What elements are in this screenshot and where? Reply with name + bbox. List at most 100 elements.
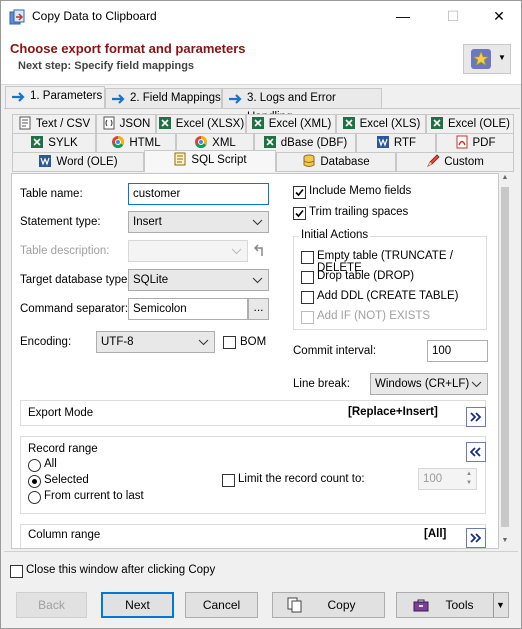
encoding-select[interactable]: UTF-8	[96, 331, 215, 353]
tab-label: JSON	[119, 118, 151, 130]
checkmark-icon	[295, 188, 304, 197]
table-description-select[interactable]	[128, 240, 248, 262]
back-arrow-icon[interactable]	[252, 243, 264, 257]
chevron-down-icon[interactable]: ▼	[496, 593, 505, 617]
tab-label: Excel (XLS)	[359, 118, 421, 130]
expand-export-mode-button[interactable]	[466, 407, 486, 427]
collapse-record-range-button[interactable]	[466, 442, 486, 462]
tab-excel-ole[interactable]: Excel (OLE)	[426, 114, 514, 134]
favorites-button[interactable]: ▼	[463, 44, 511, 74]
table-name-label: Table name:	[20, 188, 83, 200]
add-if-exists-checkbox[interactable]	[301, 311, 314, 324]
record-range-selected-radio[interactable]	[28, 475, 41, 488]
tab-label: Excel (OLE)	[448, 118, 510, 130]
tab-label: Word (OLE)	[56, 156, 118, 168]
drop-table-label: Drop table (DROP)	[317, 270, 415, 282]
double-chevron-right-icon	[470, 412, 482, 422]
tab-database[interactable]: Database	[276, 152, 396, 172]
toolbox-icon	[413, 599, 429, 612]
scroll-down-icon[interactable]: ▼	[499, 537, 511, 544]
encoding-value: UTF-8	[101, 336, 134, 348]
include-memo-checkbox[interactable]	[293, 186, 306, 199]
panel-scrollbar[interactable]: ▲ ▼	[499, 173, 511, 549]
target-database-select[interactable]: SQLite	[128, 269, 269, 291]
tab-sylk[interactable]: SYLK	[12, 133, 96, 153]
drop-table-checkbox[interactable]	[301, 271, 314, 284]
minimize-button[interactable]: —	[380, 1, 426, 32]
double-chevron-right-icon	[470, 533, 482, 543]
scroll-up-icon[interactable]: ▲	[499, 174, 511, 181]
tab-label: 1. Parameters	[30, 90, 103, 102]
tab-label: Excel (XLSX)	[175, 118, 245, 130]
copy-button[interactable]: Copy	[272, 592, 385, 618]
tab-text-csv[interactable]: Text / CSV	[12, 114, 96, 134]
tab-custom[interactable]: Custom	[396, 152, 514, 172]
expand-column-range-button[interactable]	[466, 528, 486, 548]
record-range-all-radio[interactable]	[28, 459, 41, 472]
tab-excel-xml[interactable]: Excel (XML)	[246, 114, 336, 134]
chevron-down-icon	[231, 248, 242, 255]
tab-label: SQL Script	[191, 154, 247, 166]
bom-checkbox[interactable]	[223, 336, 236, 349]
copy-button-label: Copy	[327, 598, 356, 612]
limit-record-count-label: Limit the record count to:	[238, 473, 365, 485]
add-ddl-label: Add DDL (CREATE TABLE)	[317, 290, 459, 302]
maximize-button[interactable]: ☐	[430, 1, 476, 32]
spin-up-icon[interactable]: ▲	[464, 470, 474, 479]
close-after-copy-checkbox[interactable]	[10, 565, 23, 578]
command-separator-browse-button[interactable]: ...	[248, 298, 269, 320]
tab-excel-xls[interactable]: Excel (XLS)	[336, 114, 426, 134]
initial-actions-title: Initial Actions	[299, 229, 371, 241]
bom-label: BOM	[240, 336, 267, 348]
format-tabs: Text / CSV JSON Excel (XLSX) Excel (XML)…	[4, 108, 520, 172]
next-button[interactable]: Next	[101, 592, 174, 618]
arrow-right-icon	[229, 94, 242, 104]
tab-parameters[interactable]: 1. Parameters	[5, 86, 105, 109]
table-name-input[interactable]: customer	[128, 183, 269, 205]
excel-icon	[342, 116, 356, 130]
limit-record-count-checkbox[interactable]	[222, 474, 235, 487]
commit-interval-input[interactable]: 100	[427, 340, 488, 362]
limit-record-count-input[interactable]: 100 ▲ ▼	[418, 468, 477, 490]
json-icon	[102, 116, 116, 130]
chevron-down-icon	[471, 381, 482, 388]
trim-spaces-label: Trim trailing spaces	[309, 206, 409, 218]
empty-table-checkbox[interactable]	[301, 251, 314, 264]
cancel-button[interactable]: Cancel	[185, 592, 258, 618]
tab-label: SYLK	[48, 137, 78, 149]
tab-sql-script[interactable]: SQL Script	[144, 150, 276, 172]
command-separator-input[interactable]: Semicolon	[128, 298, 248, 320]
record-range-current-to-last-radio[interactable]	[28, 491, 41, 504]
arrow-right-icon	[12, 92, 25, 102]
tab-field-mappings[interactable]: 2. Field Mappings	[105, 88, 222, 108]
tab-rtf[interactable]: RTF	[356, 133, 436, 153]
excel-icon	[430, 116, 444, 130]
record-range-all-label: All	[44, 458, 57, 470]
record-range-label: Record range	[28, 443, 98, 455]
spin-down-icon[interactable]: ▼	[464, 479, 474, 488]
tab-word-ole[interactable]: Word (OLE)	[12, 152, 144, 172]
close-button[interactable]: ✕	[476, 1, 522, 32]
column-range-label: Column range	[28, 529, 101, 541]
app-icon	[9, 9, 25, 25]
export-mode-value: [Replace+Insert]	[348, 406, 438, 418]
line-break-select[interactable]: Windows (CR+LF)	[370, 373, 488, 395]
pencil-icon	[426, 154, 440, 168]
tab-json[interactable]: JSON	[96, 114, 156, 134]
tab-excel-xlsx[interactable]: Excel (XLSX)	[156, 114, 246, 134]
scrollbar-thumb[interactable]	[501, 187, 509, 527]
page-subtitle: Next step: Specify field mappings	[18, 60, 195, 72]
tools-button-label: Tools	[445, 598, 474, 612]
sql-script-parameters-panel: Table name: customer Statement type: Ins…	[11, 173, 499, 549]
column-range-value: [All]	[424, 528, 447, 540]
tools-button[interactable]: Tools ▼	[396, 592, 509, 618]
tab-label: XML	[212, 137, 236, 149]
back-button[interactable]: Back	[16, 592, 87, 618]
target-database-value: SQLite	[133, 274, 169, 286]
statement-type-select[interactable]: Insert	[128, 211, 269, 233]
line-break-value: Windows (CR+LF)	[375, 378, 470, 390]
tab-pdf[interactable]: PDF	[436, 133, 514, 153]
trim-spaces-checkbox[interactable]	[293, 207, 306, 220]
add-ddl-checkbox[interactable]	[301, 291, 314, 304]
tab-logs-error-handling[interactable]: 3. Logs and Error Handling	[222, 88, 382, 123]
